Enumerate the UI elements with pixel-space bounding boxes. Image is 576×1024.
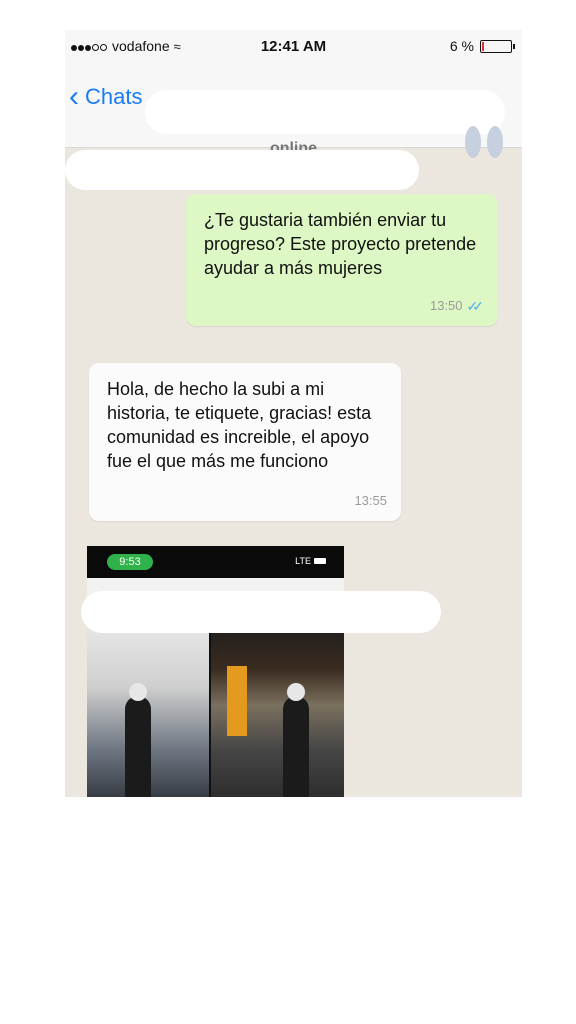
person-head-right: [287, 683, 305, 701]
message-meta: 13:50 ✓✓: [430, 294, 484, 318]
battery-fill: [482, 41, 484, 51]
battery-icon: [480, 39, 515, 53]
message-outgoing[interactable]: ¿Te gustaria también enviar tu progreso?…: [186, 194, 498, 326]
back-to-chats-button[interactable]: ‹ Chats: [69, 82, 142, 112]
orange-pillar: [227, 666, 247, 736]
person-silhouette-left: [125, 696, 151, 797]
read-ticks-icon: ✓✓: [466, 298, 485, 314]
message-text: Hola, de hecho la subi a mi historia, te…: [107, 379, 372, 471]
redacted-contact-name: [145, 90, 505, 134]
screenshot-signal: LTE: [295, 556, 326, 566]
status-bar: vodafone ≈ 12:41 AM 6 %: [65, 30, 522, 62]
message-time: 13:50: [429, 298, 463, 313]
back-label: Chats: [85, 84, 143, 109]
image-message[interactable]: 9:53 LTE: [87, 546, 344, 797]
redacted-image-caption: [81, 591, 441, 633]
chevron-left-icon: ‹: [69, 80, 79, 113]
message-meta: 13:55: [354, 489, 387, 513]
battery-icon: [314, 558, 326, 564]
message-time: 13:55: [354, 493, 387, 508]
network-label: LTE: [295, 556, 311, 566]
person-head-left: [129, 683, 147, 701]
battery-percent: 6 %: [449, 38, 474, 54]
battery-indicator: 6 %: [449, 38, 515, 54]
redacted-message: [65, 150, 419, 190]
screenshot-time: 9:53: [107, 554, 153, 570]
message-incoming[interactable]: Hola, de hecho la subi a mi historia, te…: [89, 363, 401, 521]
person-silhouette-right: [283, 696, 309, 797]
chat-header: ‹ Chats online: [65, 62, 522, 158]
screenshot-status-bar: 9:53 LTE: [87, 546, 344, 578]
message-text: ¿Te gustaria también enviar tu progreso?…: [204, 210, 477, 278]
message-list: ¿Te gustaria también enviar tu progreso?…: [65, 147, 522, 797]
chat-screen: vodafone ≈ 12:41 AM 6 % ‹ Chats online ¿…: [65, 30, 522, 797]
